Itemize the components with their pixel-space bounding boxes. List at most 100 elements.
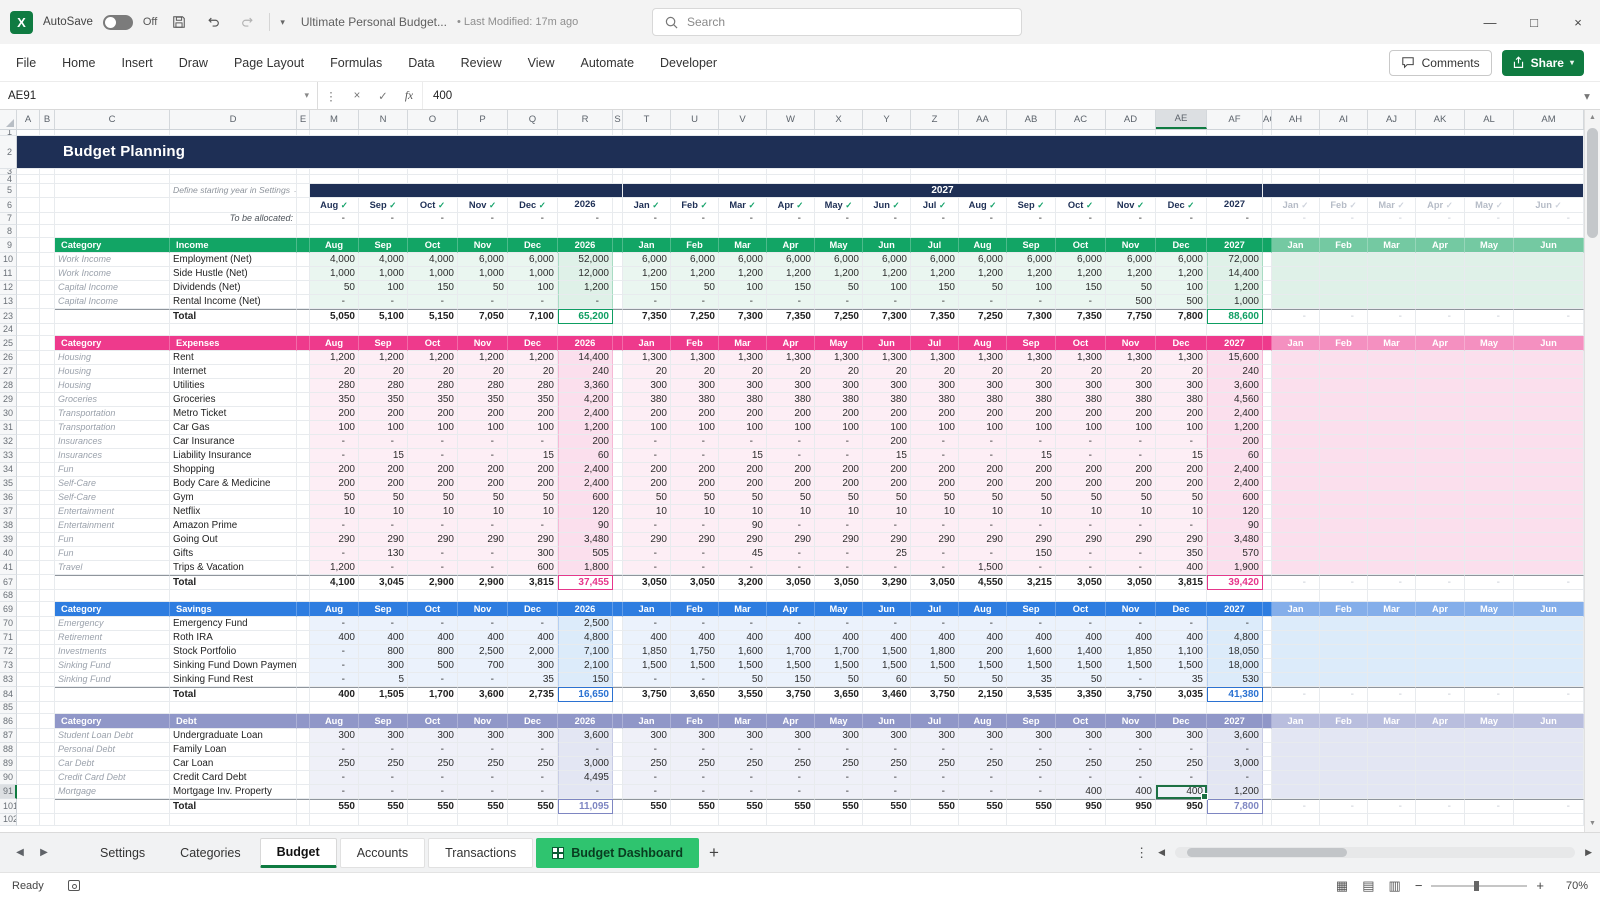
cell[interactable]: 200: [815, 407, 863, 421]
cell[interactable]: [40, 687, 55, 702]
cell[interactable]: 300: [1156, 379, 1207, 393]
cell[interactable]: 200: [408, 463, 458, 477]
cell[interactable]: [297, 547, 310, 561]
cell[interactable]: [17, 421, 40, 435]
cell[interactable]: -: [1416, 687, 1465, 702]
cell[interactable]: 1,700: [815, 645, 863, 659]
cell[interactable]: [1514, 631, 1584, 645]
cell[interactable]: [613, 449, 623, 463]
cell[interactable]: Aug: [310, 714, 359, 729]
cell[interactable]: -: [863, 771, 911, 785]
cell[interactable]: [1263, 184, 1584, 198]
cell[interactable]: 280: [508, 379, 558, 393]
cell[interactable]: [40, 184, 55, 198]
cell[interactable]: 1,000: [359, 267, 408, 281]
cell[interactable]: [55, 702, 170, 714]
cell[interactable]: [55, 575, 170, 590]
cell[interactable]: [1263, 631, 1272, 645]
cell[interactable]: 300: [1156, 729, 1207, 743]
cell[interactable]: Mar: [719, 336, 767, 351]
cell[interactable]: [1465, 393, 1514, 407]
cell[interactable]: 2026: [558, 602, 613, 617]
cell[interactable]: [1272, 175, 1320, 184]
cell[interactable]: [40, 702, 55, 714]
cell[interactable]: [40, 379, 55, 393]
cell[interactable]: [55, 324, 170, 336]
cell[interactable]: -: [1156, 743, 1207, 757]
cell[interactable]: [408, 324, 458, 336]
cell[interactable]: [1156, 702, 1207, 714]
cell[interactable]: 200: [508, 477, 558, 491]
cell[interactable]: -: [1416, 799, 1465, 814]
cell[interactable]: [623, 324, 671, 336]
cell[interactable]: 1,200: [1207, 785, 1263, 799]
cell[interactable]: -: [359, 213, 408, 225]
cell[interactable]: [1368, 590, 1416, 602]
cell[interactable]: 300: [671, 379, 719, 393]
cell[interactable]: -: [863, 785, 911, 799]
cell[interactable]: 290: [1106, 533, 1156, 547]
cell[interactable]: [767, 225, 815, 238]
cell[interactable]: [1465, 673, 1514, 687]
cell[interactable]: [297, 365, 310, 379]
cell[interactable]: [1320, 253, 1368, 267]
cell[interactable]: 200: [719, 407, 767, 421]
cell[interactable]: [1272, 673, 1320, 687]
cell[interactable]: [1368, 519, 1416, 533]
cell[interactable]: -: [815, 617, 863, 631]
cell[interactable]: [623, 225, 671, 238]
cell[interactable]: 400: [408, 631, 458, 645]
cell[interactable]: 4,800: [1207, 631, 1263, 645]
cell[interactable]: [623, 590, 671, 602]
cell[interactable]: [508, 225, 558, 238]
cell[interactable]: Sep: [1007, 714, 1056, 729]
cell[interactable]: 200: [767, 407, 815, 421]
cell[interactable]: [1465, 324, 1514, 336]
cell[interactable]: [1416, 590, 1465, 602]
cell[interactable]: [1320, 407, 1368, 421]
cell[interactable]: 350: [508, 393, 558, 407]
cell[interactable]: [1368, 253, 1416, 267]
cell[interactable]: 3,815: [1156, 575, 1207, 590]
cell[interactable]: [297, 253, 310, 267]
cell[interactable]: [1320, 225, 1368, 238]
cell[interactable]: -: [1007, 561, 1056, 575]
cell[interactable]: [1465, 351, 1514, 365]
cell[interactable]: 400: [959, 631, 1007, 645]
cell[interactable]: 1,500: [959, 561, 1007, 575]
cell[interactable]: 400: [508, 631, 558, 645]
cell[interactable]: 290: [959, 533, 1007, 547]
cell[interactable]: [458, 225, 508, 238]
cell[interactable]: -: [310, 771, 359, 785]
cell[interactable]: [1514, 491, 1584, 505]
row-header-11[interactable]: 11: [0, 267, 17, 281]
cell[interactable]: -: [1106, 617, 1156, 631]
cell[interactable]: [458, 702, 508, 714]
cell[interactable]: [1416, 449, 1465, 463]
cell[interactable]: -: [508, 617, 558, 631]
cell[interactable]: [1368, 435, 1416, 449]
cell[interactable]: -: [767, 435, 815, 449]
cell[interactable]: 200: [1007, 407, 1056, 421]
cell[interactable]: [767, 175, 815, 184]
item-label-cell[interactable]: Side Hustle (Net): [170, 267, 297, 281]
cell[interactable]: Apr: [767, 602, 815, 617]
cell[interactable]: -: [508, 743, 558, 757]
cell[interactable]: -: [815, 743, 863, 757]
zoom-slider[interactable]: [1431, 885, 1527, 887]
cell[interactable]: [297, 673, 310, 687]
cell[interactable]: 2027: [1207, 714, 1263, 729]
quick-access-chevron-icon[interactable]: ▾: [280, 17, 285, 28]
cell[interactable]: Dec: [1156, 714, 1207, 729]
cell[interactable]: [297, 379, 310, 393]
cell[interactable]: [767, 814, 815, 826]
cell[interactable]: Jun: [1514, 602, 1584, 617]
cell[interactable]: 200: [911, 463, 959, 477]
cell[interactable]: [40, 714, 55, 729]
cell[interactable]: 400: [310, 687, 359, 702]
cell[interactable]: [297, 175, 310, 184]
column-header-AL[interactable]: AL: [1465, 110, 1514, 129]
cell[interactable]: [17, 175, 40, 184]
item-label-cell[interactable]: Roth IRA: [170, 631, 297, 645]
cell[interactable]: 600: [508, 561, 558, 575]
